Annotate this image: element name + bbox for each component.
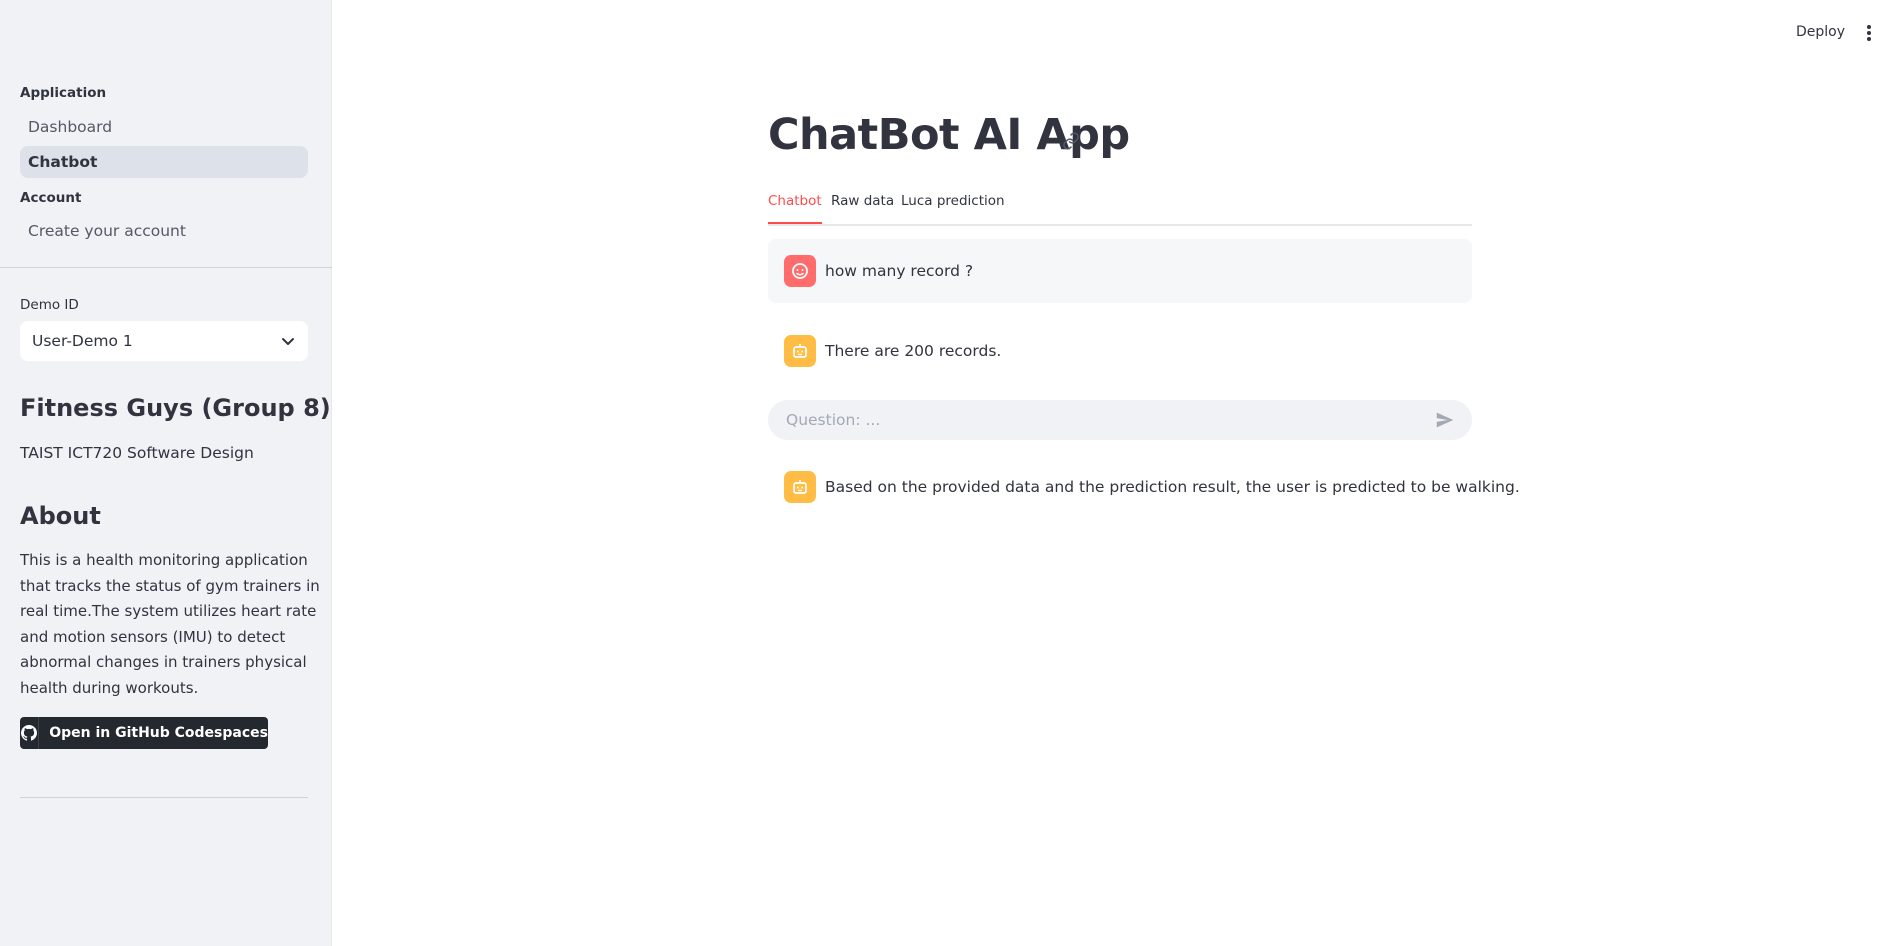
nav-section-account: Account xyxy=(20,190,82,206)
chat-message-text: Based on the provided data and the predi… xyxy=(825,478,1520,496)
about-heading: About xyxy=(20,502,101,530)
github-icon xyxy=(20,717,40,749)
chat-message-assistant: Based on the provided data and the predi… xyxy=(768,455,1520,519)
link-icon[interactable] xyxy=(1062,132,1080,150)
tab-bar: Chatbot Raw data Luca prediction xyxy=(768,193,1472,226)
course-subtitle: TAIST ICT720 Software Design xyxy=(20,444,254,462)
codespaces-button-label: Open in GitHub Codespaces xyxy=(49,725,268,741)
deploy-button[interactable]: Deploy xyxy=(1796,24,1845,40)
send-icon[interactable] xyxy=(1434,409,1456,431)
user-avatar-icon xyxy=(784,255,816,287)
question-input[interactable] xyxy=(784,410,1434,430)
group-title: Fitness Guys (Group 8) xyxy=(20,394,331,422)
nav-section-application: Application xyxy=(20,85,107,101)
sidebar-bottom-divider xyxy=(20,797,308,798)
chat-message-text: how many record ? xyxy=(825,262,974,280)
tab-luca-prediction[interactable]: Luca prediction xyxy=(901,193,1005,224)
chat-message-text: There are 200 records. xyxy=(825,342,1002,360)
nav-item-create-account[interactable]: Create your account xyxy=(20,215,308,247)
nav-item-chatbot[interactable]: Chatbot xyxy=(20,146,308,178)
demo-id-label: Demo ID xyxy=(20,297,79,313)
tab-raw-data[interactable]: Raw data xyxy=(831,193,894,224)
demo-id-value: User-Demo 1 xyxy=(32,332,133,350)
more-vertical-icon[interactable] xyxy=(1862,22,1876,44)
bot-avatar-icon xyxy=(784,471,816,503)
demo-id-select[interactable]: User-Demo 1 xyxy=(20,321,308,361)
about-text: This is a health monitoring application … xyxy=(20,551,320,697)
sidebar: Application Dashboard Chatbot Account Cr… xyxy=(0,0,332,946)
sidebar-divider xyxy=(0,267,332,268)
open-codespaces-button[interactable]: Open in GitHub Codespaces xyxy=(20,717,268,749)
chat-input-container xyxy=(768,400,1472,440)
nav-item-dashboard[interactable]: Dashboard xyxy=(20,111,308,143)
chat-message-assistant: There are 200 records. xyxy=(768,319,1472,383)
chat-message-user: how many record ? xyxy=(768,239,1472,303)
bot-avatar-icon xyxy=(784,335,816,367)
tab-chatbot[interactable]: Chatbot xyxy=(768,193,822,224)
chevron-down-icon xyxy=(282,338,294,345)
